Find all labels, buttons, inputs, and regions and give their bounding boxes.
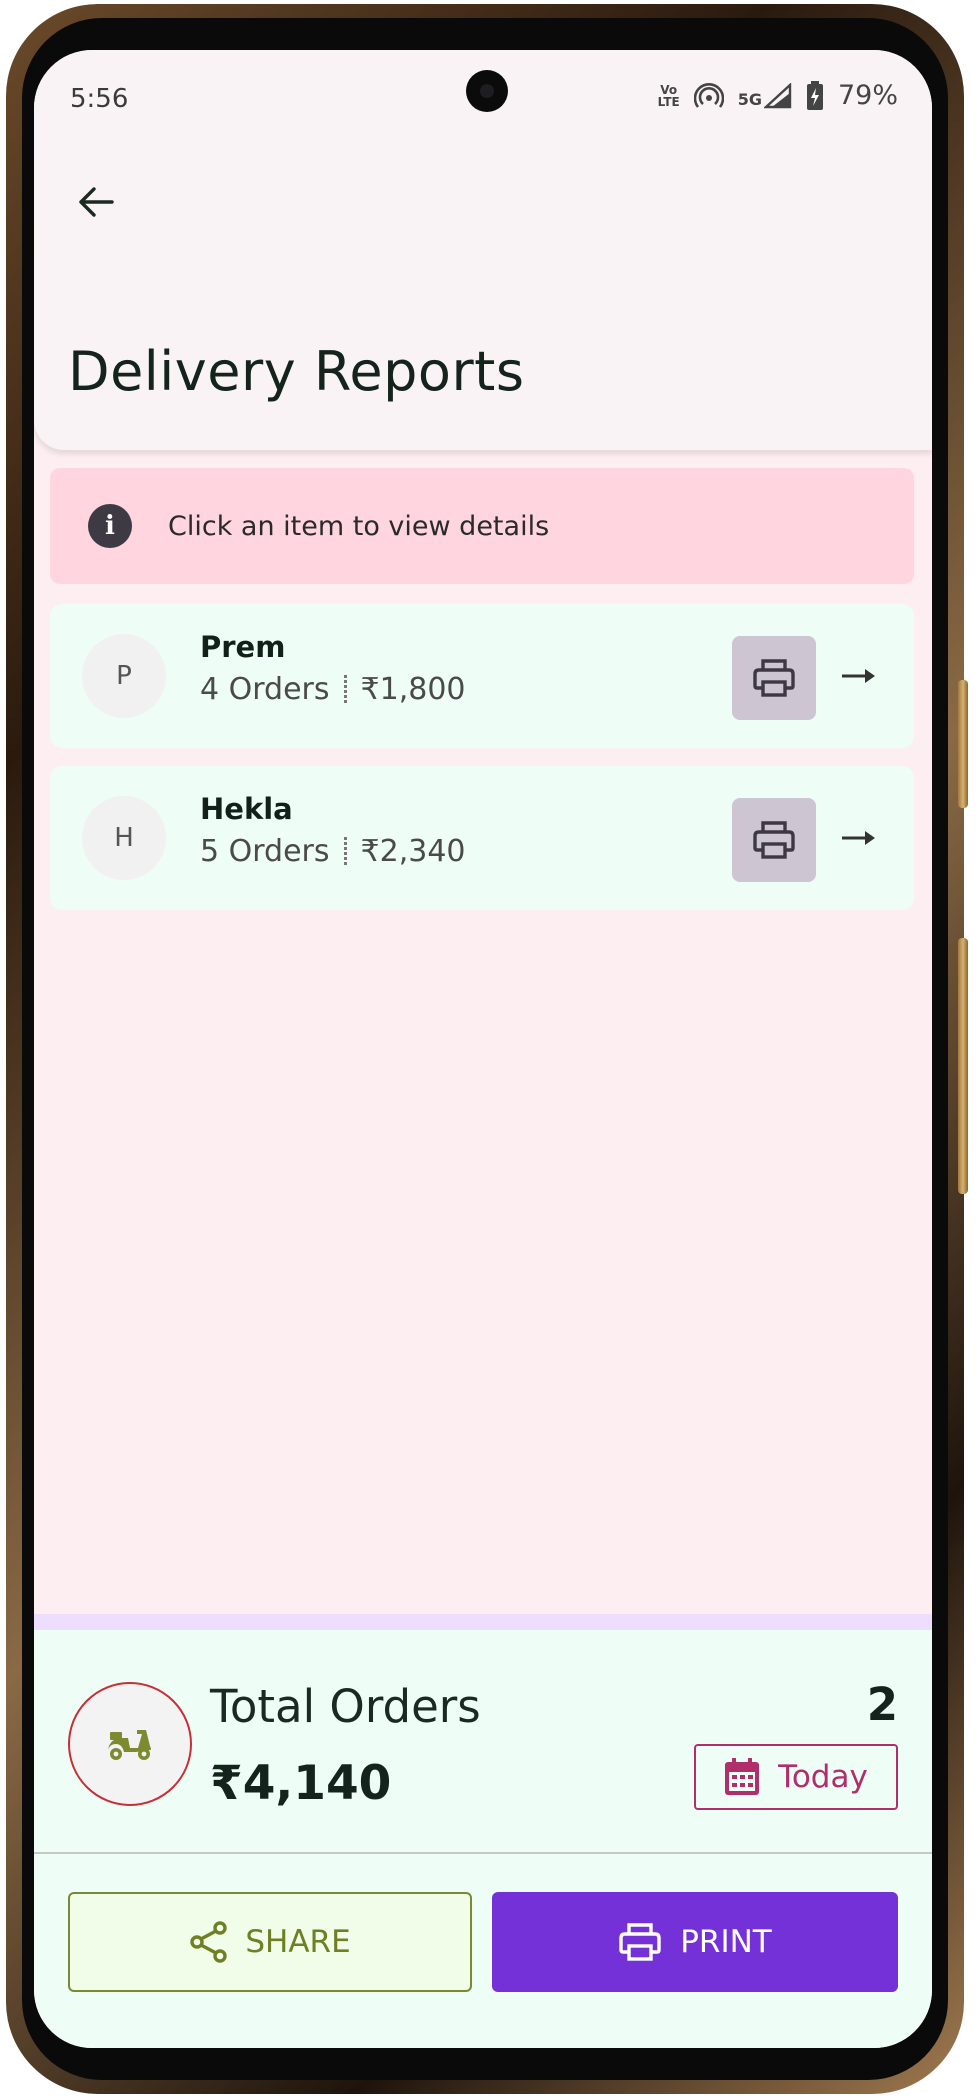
print-label: PRINT: [680, 1924, 772, 1960]
network-type: 5G: [737, 89, 762, 109]
printer-icon: [753, 659, 795, 697]
network-indicator: 5G: [737, 82, 792, 109]
print-report-button[interactable]: [732, 798, 816, 882]
volte-top-text: Vo: [660, 82, 678, 97]
report-summary: 5 Orders ₹2,340: [200, 834, 466, 869]
summary-panel: Total Orders ₹4,140 2 Today SHARE PRINT: [34, 1614, 932, 2048]
delivery-icon-badge: [68, 1682, 192, 1806]
app-header: 5:56 Vo LTE 5G 79% Delivery Reports: [34, 50, 932, 450]
battery-percent: 79%: [837, 80, 898, 111]
separator: [343, 674, 347, 705]
printer-icon: [753, 821, 795, 859]
volte-bottom-text: LTE: [657, 94, 680, 109]
arrow-right-icon: [842, 669, 875, 683]
info-banner: i Click an item to view details: [50, 468, 914, 584]
divider: [34, 1852, 932, 1854]
print-button[interactable]: PRINT: [492, 1892, 898, 1992]
arrow-right-icon: [842, 831, 875, 845]
arrow-left-icon: [79, 187, 114, 217]
report-amount: ₹1,800: [360, 672, 466, 707]
battery-icon: [806, 80, 823, 110]
info-icon: i: [88, 504, 132, 548]
avatar: P: [82, 634, 166, 718]
front-camera: [466, 70, 508, 112]
open-details-button[interactable]: [838, 818, 880, 858]
back-button[interactable]: [64, 170, 128, 234]
printer-icon: [619, 1923, 661, 1961]
print-report-button[interactable]: [732, 636, 816, 720]
report-amount: ₹2,340: [360, 834, 466, 869]
report-name: Hekla: [200, 792, 293, 826]
info-banner-text: Click an item to view details: [168, 510, 550, 542]
status-time: 5:56: [70, 84, 129, 114]
share-label: SHARE: [245, 1924, 351, 1960]
report-name: Prem: [200, 630, 286, 664]
total-orders-count: 2: [866, 1678, 898, 1731]
status-icons: Vo LTE 5G 79%: [658, 80, 898, 111]
total-orders-label: Total Orders: [210, 1680, 481, 1733]
report-card-prem[interactable]: P Prem 4 Orders ₹1,800: [50, 604, 914, 748]
calendar-icon: [725, 1758, 760, 1795]
report-card-hekla[interactable]: H Hekla 5 Orders ₹2,340: [50, 766, 914, 910]
separator: [343, 836, 347, 867]
app-screen: 5:56 Vo LTE 5G 79% Delivery Reports i Cl…: [34, 50, 932, 2048]
avatar: H: [82, 796, 166, 880]
page-title: Delivery Reports: [68, 340, 525, 403]
signal-icon: [763, 82, 792, 108]
hotspot-icon: [693, 82, 724, 108]
share-icon: [190, 1921, 228, 1963]
report-orders: 5 Orders: [200, 834, 330, 869]
date-filter-label: Today: [778, 1759, 868, 1795]
report-orders: 4 Orders: [200, 672, 330, 707]
open-details-button[interactable]: [838, 656, 880, 696]
date-filter-button[interactable]: Today: [694, 1744, 898, 1810]
share-button[interactable]: SHARE: [68, 1892, 472, 1992]
scooter-icon: [108, 1730, 151, 1760]
volte-indicator: Vo LTE: [658, 84, 680, 108]
report-summary: 4 Orders ₹1,800: [200, 672, 466, 707]
power-button: [958, 938, 968, 1194]
total-amount: ₹4,140: [210, 1756, 392, 1811]
volume-button: [958, 680, 968, 808]
